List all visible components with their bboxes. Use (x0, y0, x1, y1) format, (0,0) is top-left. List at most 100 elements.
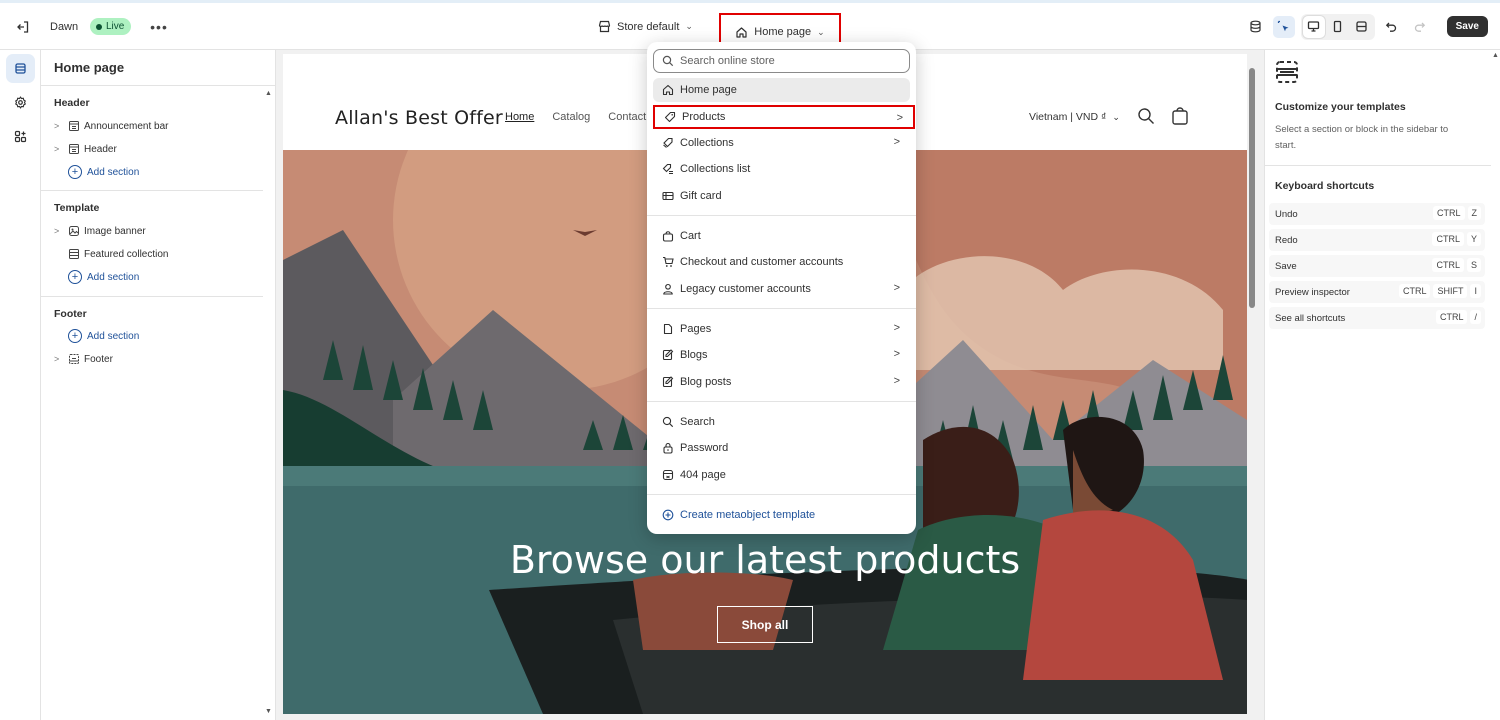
bag-icon (1172, 107, 1188, 125)
template-dropdown: Home page Products > Collections > Colle… (647, 42, 916, 534)
undo-button[interactable] (1381, 16, 1403, 38)
redo-button[interactable] (1409, 16, 1431, 38)
section-footer-icon (66, 353, 82, 365)
shortcut-label: Redo (1275, 234, 1298, 246)
device-toggle-group (1300, 13, 1375, 40)
sidebar-item-featured-collection[interactable]: Featured collection (54, 244, 254, 264)
bag-icon (661, 229, 675, 243)
scrollbar-thumb[interactable] (1249, 68, 1255, 308)
dropdown-item-label: Pages (680, 323, 712, 335)
app-embeds-button[interactable] (1245, 16, 1267, 38)
dropdown-item-blog-posts[interactable]: Blog posts > (653, 370, 910, 394)
shop-all-button[interactable]: Shop all (717, 606, 813, 643)
section-grid-icon (66, 248, 82, 260)
locale-selector[interactable]: Vietnam | VND ₫ ⌄ (1029, 111, 1120, 123)
chevron-right-icon[interactable]: > (54, 144, 66, 154)
live-badge: Live (90, 18, 132, 35)
dropdown-item-legacy-accounts[interactable]: Legacy customer accounts > (653, 277, 910, 301)
sidebar-item-announcement-bar[interactable]: > Announcement bar (54, 116, 254, 136)
fullscreen-view-button[interactable] (1351, 16, 1373, 38)
template-selector-label: Home page (754, 26, 812, 38)
chevron-right-icon[interactable]: > (54, 354, 66, 364)
desktop-view-button[interactable] (1302, 15, 1325, 38)
dropdown-item-blogs[interactable]: Blogs > (653, 343, 910, 367)
add-section-button[interactable]: + Add section (54, 267, 254, 287)
rail-theme-settings-button[interactable] (6, 88, 35, 117)
exit-icon (17, 20, 29, 33)
dropdown-item-home-page[interactable]: Home page (653, 78, 910, 102)
see-all-shortcuts-row[interactable]: See all shortcuts CTRL / (1269, 307, 1485, 329)
dropdown-item-label: Collections (680, 137, 734, 149)
dropdown-item-pages[interactable]: Pages > (653, 317, 910, 341)
scroll-up-arrow-icon[interactable]: ▲ (265, 90, 272, 97)
collection-icon (661, 136, 675, 150)
rail-apps-button[interactable] (6, 122, 35, 151)
collections-list-icon (661, 162, 675, 176)
scroll-down-arrow-icon[interactable]: ▼ (265, 708, 272, 715)
right-panel: Customize your templates Select a sectio… (1264, 50, 1500, 720)
shortcut-row: Preview inspector CTRL SHIFT I (1269, 281, 1485, 303)
rail-sections-button[interactable] (6, 54, 35, 83)
plus-circle-icon: + (68, 165, 82, 179)
chevron-right-icon[interactable]: > (54, 226, 66, 236)
sidebar-item-footer[interactable]: > Footer (54, 349, 254, 369)
divider (647, 401, 916, 402)
mobile-view-button[interactable] (1327, 16, 1349, 38)
create-metaobject-template-button[interactable]: Create metaobject template (653, 503, 910, 527)
exit-button[interactable] (10, 3, 36, 50)
add-section-button[interactable]: + Add section (54, 162, 254, 182)
chevron-right-icon[interactable]: > (54, 121, 66, 131)
store-nav-home[interactable]: Home (505, 111, 534, 123)
sidebar-item-image-banner[interactable]: > Image banner (54, 221, 254, 241)
store-cart-button[interactable] (1171, 106, 1189, 129)
dropdown-item-password[interactable]: Password (653, 436, 910, 460)
chevron-right-icon: > (893, 322, 900, 334)
store-search-button[interactable] (1137, 107, 1155, 128)
sidebar-title: Home page (54, 60, 125, 75)
divider (41, 296, 263, 297)
key-cap: CTRL (1432, 206, 1465, 220)
404-icon (661, 468, 675, 482)
live-dot-icon (96, 23, 102, 30)
key-cap: CTRL (1435, 310, 1468, 324)
dropdown-item-search[interactable]: Search (653, 410, 910, 434)
dropdown-item-products[interactable]: Products > (653, 105, 915, 129)
plus-circle-icon: + (68, 329, 82, 343)
dropdown-item-collections[interactable]: Collections > (653, 131, 910, 155)
tag-icon (663, 110, 677, 124)
dropdown-item-label: Cart (680, 230, 701, 242)
dropdown-item-checkout[interactable]: Checkout and customer accounts (653, 250, 910, 274)
inspector-button[interactable] (1272, 15, 1295, 38)
cart-icon (661, 255, 675, 269)
store-nav-catalog[interactable]: Catalog (552, 111, 590, 123)
key-cap: S (1466, 258, 1481, 272)
store-default-label: Store default (617, 20, 680, 33)
store-logo[interactable]: Allan's Best Offer (335, 107, 503, 129)
store-nav-contact[interactable]: Contact (608, 111, 646, 123)
dropdown-item-gift-card[interactable]: Gift card (653, 184, 910, 208)
right-panel-title: Customize your templates (1275, 101, 1406, 113)
left-rail (0, 50, 41, 720)
dropdown-item-collections-list[interactable]: Collections list (653, 157, 910, 181)
save-button[interactable]: Save (1446, 16, 1488, 37)
shortcut-row: Undo CTRL Z (1269, 203, 1485, 225)
dropdown-item-label: Gift card (680, 190, 722, 202)
dropdown-item-404-page[interactable]: 404 page (653, 463, 910, 487)
store-nav: Home Catalog Contact (505, 111, 646, 123)
keyboard-shortcuts-title: Keyboard shortcuts (1275, 180, 1375, 192)
template-search[interactable] (653, 49, 910, 73)
chevron-right-icon: > (893, 375, 900, 387)
template-search-input[interactable] (680, 55, 900, 67)
key-cap: Y (1466, 232, 1481, 246)
group-template-label: Template (54, 202, 100, 214)
scroll-up-arrow-icon[interactable]: ▲ (1492, 52, 1499, 59)
mobile-icon (1333, 20, 1342, 33)
more-actions-button[interactable]: ••• (150, 3, 168, 50)
add-section-label: Add section (87, 166, 140, 178)
sections-icon (15, 63, 26, 74)
dropdown-item-cart[interactable]: Cart (653, 224, 910, 248)
add-section-button[interactable]: + Add section (54, 326, 254, 346)
sidebar-item-header[interactable]: > Header (54, 139, 254, 159)
redo-icon (1415, 22, 1426, 32)
preview-scrollbar[interactable] (1249, 54, 1256, 714)
